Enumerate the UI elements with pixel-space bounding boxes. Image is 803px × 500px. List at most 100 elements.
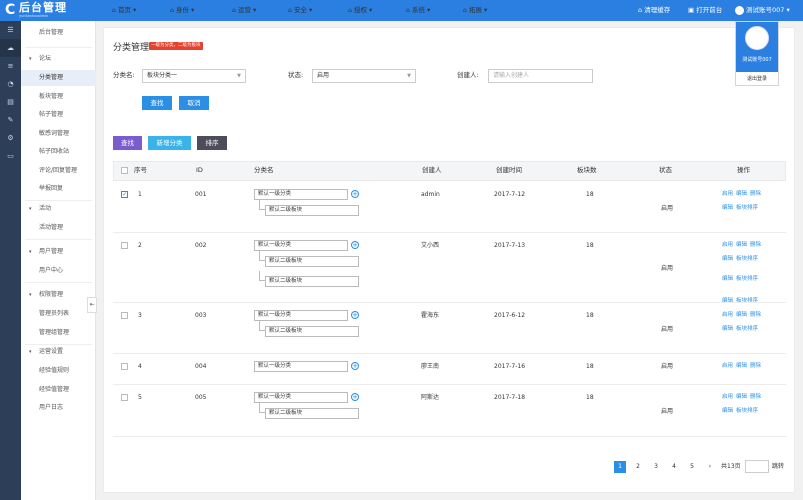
top-menu-4[interactable]: ⌂ 授权 ▾ — [348, 0, 372, 21]
delete-link[interactable]: 删除 — [750, 242, 761, 248]
page-3[interactable]: 3 — [650, 461, 662, 473]
block-name-input[interactable]: 默认二级板块 — [265, 205, 359, 216]
row-checkbox[interactable]: ✓ — [121, 191, 128, 198]
add-category-button[interactable]: 新增分类 — [148, 136, 191, 150]
delete-link[interactable]: 删除 — [750, 363, 761, 369]
block-sort-link[interactable]: 板块排序 — [736, 256, 758, 262]
category-name-input[interactable]: 默认一级分类 — [254, 392, 348, 403]
block-sort-link[interactable]: 板块排序 — [736, 298, 758, 304]
block-sort-link[interactable]: 板块排序 — [736, 326, 758, 332]
edit-link[interactable]: 编辑 — [722, 205, 733, 211]
top-menu-5[interactable]: ⌂ 系统 ▾ — [406, 0, 430, 21]
block-sort-link[interactable]: 板块排序 — [736, 276, 758, 282]
enable-link[interactable]: 启用 — [722, 363, 733, 369]
sidebar-item[interactable]: 帖子回收站 — [21, 144, 96, 160]
goto-page-button[interactable]: 跳转 — [772, 461, 784, 473]
sidebar-item[interactable]: 管理组管理 — [21, 325, 96, 341]
enable-link[interactable]: 启用 — [722, 312, 733, 318]
row-checkbox[interactable] — [121, 312, 128, 319]
select-all-checkbox[interactable] — [121, 167, 128, 174]
page-1[interactable]: 1 — [614, 461, 626, 473]
clear-cache-link[interactable]: ⌂ 清理缓存 — [638, 0, 670, 21]
delete-link[interactable]: 删除 — [750, 191, 761, 197]
enable-link[interactable]: 启用 — [722, 394, 733, 400]
sidebar-group-2[interactable]: ▾ 用户管理 — [21, 244, 96, 260]
add-block-icon[interactable]: + — [351, 393, 359, 401]
chart-icon[interactable]: ◔ — [0, 75, 21, 93]
gear-icon[interactable]: ⚙ — [0, 129, 21, 147]
top-menu-6[interactable]: ⌂ 拓展 ▾ — [463, 0, 487, 21]
search-button[interactable]: 查找 — [142, 96, 172, 110]
add-block-icon[interactable]: + — [351, 241, 359, 249]
edit-link[interactable]: 编辑 — [722, 298, 733, 304]
edit-link[interactable]: 编辑 — [736, 363, 747, 369]
edit-link[interactable]: 编辑 — [736, 242, 747, 248]
sort-button[interactable]: 排序 — [197, 136, 227, 150]
sidebar-item[interactable]: 经验值管理 — [21, 382, 96, 398]
enable-link[interactable]: 启用 — [722, 191, 733, 197]
edit-link[interactable]: 编辑 — [722, 276, 733, 282]
cloud-icon[interactable]: ☁ — [0, 39, 21, 57]
sidebar-item[interactable]: 评论/回复管理 — [21, 163, 96, 179]
sidebar-item[interactable]: 经验值规则 — [21, 363, 96, 379]
category-name-input[interactable]: 默认一级分类 — [254, 189, 348, 200]
sidebar-item-admin-home[interactable]: 后台管理 — [21, 25, 96, 41]
creator-input[interactable]: 请输入创建人 — [488, 69, 593, 83]
sidebar-item[interactable]: 管理员列表 — [21, 306, 96, 322]
cancel-button[interactable]: 取消 — [179, 96, 209, 110]
edit-link[interactable]: 编辑 — [722, 256, 733, 262]
menu-icon[interactable]: ☰ — [0, 21, 21, 39]
sidebar-item[interactable]: 举报回复 — [21, 181, 96, 197]
category-name-input[interactable]: 默认一级分类 — [254, 310, 348, 321]
top-menu-2[interactable]: ⌂ 运营 ▾ — [232, 0, 256, 21]
sidebar-group-4[interactable]: ▾ 运营设置 — [21, 344, 96, 360]
top-menu-3[interactable]: ⌂ 安全 ▾ — [288, 0, 312, 21]
page-4[interactable]: 4 — [668, 461, 680, 473]
enable-link[interactable]: 启用 — [722, 242, 733, 248]
edit-link[interactable]: 编辑 — [736, 191, 747, 197]
edit-icon[interactable]: ✎ — [0, 111, 21, 129]
delete-link[interactable]: 删除 — [750, 312, 761, 318]
sidebar-group-0[interactable]: ▾ 论坛 — [21, 51, 96, 67]
row-checkbox[interactable] — [121, 242, 128, 249]
page-5[interactable]: 5 — [686, 461, 698, 473]
next-page-icon[interactable]: › — [704, 461, 716, 473]
sidebar-item[interactable]: 板块管理 — [21, 89, 96, 105]
top-menu-0[interactable]: ⌂ 首页 ▾ — [112, 0, 136, 21]
find-button[interactable]: 查找 — [113, 136, 142, 150]
message-icon[interactable]: ▭ — [0, 147, 21, 165]
logo[interactable]: C 后台管理 yunlianhuiadmin — [5, 2, 95, 19]
edit-link[interactable]: 编辑 — [736, 394, 747, 400]
category-name-input[interactable]: 默认一级分类 — [254, 240, 348, 251]
category-select[interactable]: 板块分类一 ▼ — [142, 69, 246, 83]
sidebar-item[interactable]: 分类管理 — [21, 70, 96, 86]
logout-button[interactable]: 退出登录 — [736, 74, 778, 84]
sidebar-item[interactable]: 用户日志 — [21, 400, 96, 416]
status-select[interactable]: 启用 ▼ — [312, 69, 416, 83]
sidebar-item[interactable]: 敏感词管理 — [21, 126, 96, 142]
edit-link[interactable]: 编辑 — [736, 312, 747, 318]
add-block-icon[interactable]: + — [351, 362, 359, 370]
add-block-icon[interactable]: + — [351, 190, 359, 198]
doc-icon[interactable]: ▤ — [0, 93, 21, 111]
sidebar-group-1[interactable]: ▾ 活动 — [21, 201, 96, 217]
block-sort-link[interactable]: 板块排序 — [736, 205, 758, 211]
row-checkbox[interactable] — [121, 394, 128, 401]
block-name-input[interactable]: 默认二级板块 — [265, 276, 359, 287]
edit-link[interactable]: 编辑 — [722, 408, 733, 414]
account-menu[interactable]: 测试账号007 ▾ — [735, 0, 790, 21]
block-sort-link[interactable]: 板块排序 — [736, 408, 758, 414]
edit-link[interactable]: 编辑 — [722, 326, 733, 332]
open-front-link[interactable]: ▣ 打开前台 — [688, 0, 722, 21]
sidebar-item[interactable]: 活动管理 — [21, 220, 96, 236]
block-name-input[interactable]: 默认二级板块 — [265, 408, 359, 419]
top-menu-1[interactable]: ⌂ 身份 ▾ — [170, 0, 194, 21]
block-name-input[interactable]: 默认二级板块 — [265, 326, 359, 337]
sidebar-item[interactable]: 用户中心 — [21, 263, 96, 279]
list-icon[interactable]: ≡ — [0, 57, 21, 75]
block-name-input[interactable]: 默认二级板块 — [265, 256, 359, 267]
page-2[interactable]: 2 — [632, 461, 644, 473]
row-checkbox[interactable] — [121, 363, 128, 370]
category-name-input[interactable]: 默认一级分类 — [254, 361, 348, 372]
add-block-icon[interactable]: + — [351, 311, 359, 319]
